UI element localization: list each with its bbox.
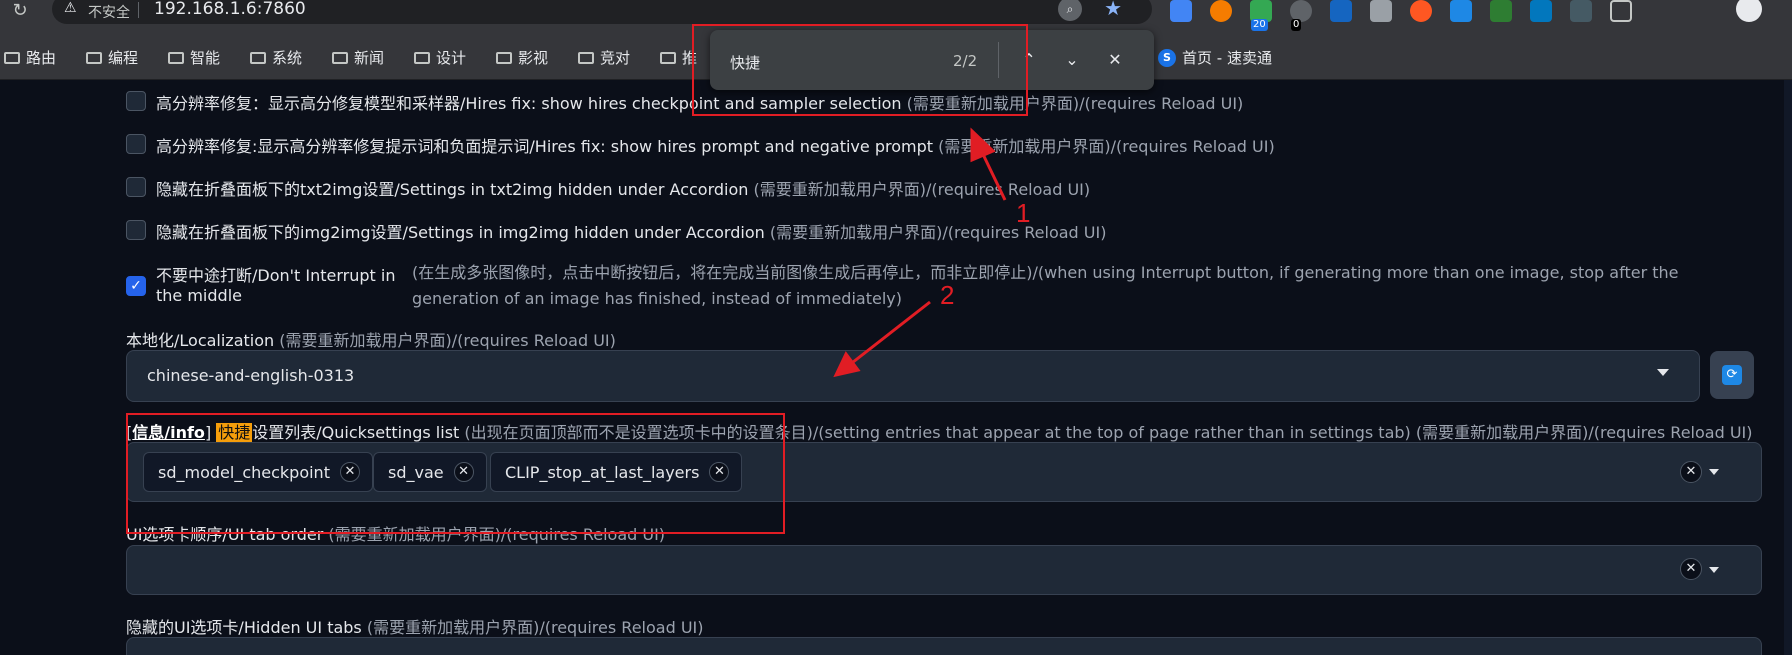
chevron-down-icon[interactable] [1709, 567, 1719, 573]
extension-badge: 20 [1251, 19, 1268, 31]
bookmark-folder[interactable]: 影视 [496, 47, 548, 68]
folder-icon [4, 51, 20, 64]
extension-icon[interactable]: 20 [1250, 0, 1272, 31]
refresh-icon: ⟳ [1722, 365, 1742, 385]
extension-icon[interactable] [1370, 0, 1392, 22]
extensions-puzzle-icon[interactable] [1610, 0, 1632, 22]
bookmark-folder[interactable]: 设计 [414, 47, 466, 68]
annotation-number-2: 2 [940, 280, 955, 310]
bookmark-label: 编程 [108, 49, 139, 67]
extension-icon[interactable] [1490, 0, 1512, 22]
extension-icons: 20 0 [1170, 0, 1632, 31]
annotation-box-quicksettings [126, 413, 785, 534]
extension-icon[interactable] [1530, 0, 1552, 22]
bookmark-folder[interactable]: 新闻 [332, 47, 384, 68]
interrupt-description: (在生成多张图像时，点击中断按钮后，将在完成当前图像生成后再停止，而非立即停止)… [412, 263, 1679, 308]
annotation-number-1: 1 [1016, 198, 1031, 228]
clear-all-icon[interactable]: ✕ [1680, 461, 1702, 483]
setting-row[interactable]: 隐藏在折叠面板下的txt2img设置/Settings in txt2img h… [126, 176, 1090, 200]
reload-icon[interactable]: ↻ [10, 1, 30, 21]
checkbox[interactable] [126, 177, 146, 197]
bookmark-folder[interactable]: 竞对 [578, 47, 630, 68]
bookmark-star-icon[interactable]: ★ [1104, 0, 1122, 20]
bookmark-label: 新闻 [354, 49, 385, 67]
chevron-down-icon[interactable]: ⌄ [1060, 48, 1084, 72]
bookmark-label: 智能 [190, 49, 221, 67]
bookmark-label: 首页 - 速卖通 [1182, 49, 1272, 67]
bookmark-folder[interactable]: 编程 [86, 47, 138, 68]
extension-icon[interactable]: 0 [1290, 0, 1312, 31]
site-logo-icon: S [1158, 48, 1176, 67]
setting-row[interactable]: 隐藏在折叠面板下的img2img设置/Settings in img2img h… [126, 219, 1106, 243]
bookmark-label: 系统 [272, 49, 303, 67]
chevron-down-icon[interactable] [1657, 369, 1669, 376]
folder-icon [86, 51, 102, 64]
omnibox-divider [138, 2, 139, 18]
checkbox[interactable] [126, 220, 146, 240]
localization-value: chinese-and-english-0313 [147, 366, 355, 385]
clear-all-icon[interactable]: ✕ [1680, 558, 1702, 580]
find-in-page-icon[interactable]: ⌕ [1058, 0, 1082, 21]
folder-icon [168, 51, 184, 64]
folder-icon [660, 51, 676, 64]
screenshot-root: ↻ ⚠ 不安全 192.168.1.6:7860 ⌕ ★ 20 0 路由 编程 … [0, 0, 1792, 655]
bookmark-folder[interactable]: 路由 [4, 47, 56, 68]
localization-label: 本地化/Localization (需要重新加载用户界面)/(requires … [126, 331, 616, 350]
bookmark-folder[interactable]: 智能 [168, 47, 220, 68]
checkbox[interactable] [126, 91, 146, 111]
localization-dropdown[interactable]: chinese-and-english-0313 [126, 350, 1700, 402]
folder-icon [578, 51, 594, 64]
interrupt-label: 不要中途打断/Don't Interrupt in the middle [156, 266, 396, 305]
setting-label: 高分辨率修复:显示高分辨率修复提示词和负面提示词/Hires fix: show… [156, 137, 1275, 156]
checkbox-checked[interactable]: ✓ [126, 276, 146, 296]
setting-row[interactable]: 高分辨率修复：显示高分修复模型和采样器/Hires fix: show hire… [126, 90, 1243, 114]
refresh-button[interactable]: ⟳ [1710, 351, 1754, 399]
extension-badge: 0 [1291, 19, 1302, 31]
setting-label: 隐藏在折叠面板下的txt2img设置/Settings in txt2img h… [156, 180, 1091, 199]
bookmark-folder[interactable]: 系统 [250, 47, 302, 68]
bitwarden-extension-icon[interactable] [1330, 0, 1352, 22]
chevron-down-icon[interactable] [1709, 469, 1719, 475]
bookmark-site[interactable]: S 首页 - 速卖通 [1158, 47, 1272, 68]
bookmark-label: 路由 [26, 49, 57, 67]
setting-label: 隐藏在折叠面板下的img2img设置/Settings in img2img h… [156, 223, 1107, 242]
translate-extension-icon[interactable] [1170, 0, 1192, 22]
profile-avatar[interactable] [1736, 0, 1762, 22]
setting-row[interactable]: 高分辨率修复:显示高分辨率修复提示词和负面提示词/Hires fix: show… [126, 133, 1275, 157]
close-icon[interactable]: ✕ [1103, 48, 1127, 72]
hidden-tabs-multiselect[interactable] [126, 637, 1762, 655]
extension-icon[interactable] [1570, 0, 1592, 22]
url-text[interactable]: 192.168.1.6:7860 [154, 0, 306, 19]
tab-order-multiselect[interactable] [126, 545, 1762, 595]
bookmark-label: 影视 [518, 49, 549, 67]
extension-icon[interactable] [1450, 0, 1472, 22]
interrupt-checkbox-row[interactable]: ✓ [126, 275, 156, 296]
bookmark-label: 竞对 [600, 49, 631, 67]
extension-icon[interactable] [1210, 0, 1232, 22]
warning-icon[interactable]: ⚠ [64, 0, 77, 16]
extension-icon[interactable] [1410, 0, 1432, 22]
annotation-box-findbar [692, 24, 1028, 116]
folder-icon [250, 51, 266, 64]
folder-icon [414, 51, 430, 64]
insecure-label[interactable]: 不安全 [88, 2, 130, 22]
hidden-tabs-label: 隐藏的UI选项卡/Hidden UI tabs (需要重新加载用户界面)/(re… [126, 618, 704, 637]
scrollbar[interactable] [1784, 80, 1792, 655]
checkbox[interactable] [126, 134, 146, 154]
omnibox[interactable]: ⚠ 不安全 192.168.1.6:7860 ⌕ ★ [52, 0, 1152, 24]
folder-icon [496, 51, 512, 64]
folder-icon [332, 51, 348, 64]
bookmark-label: 设计 [436, 49, 467, 67]
